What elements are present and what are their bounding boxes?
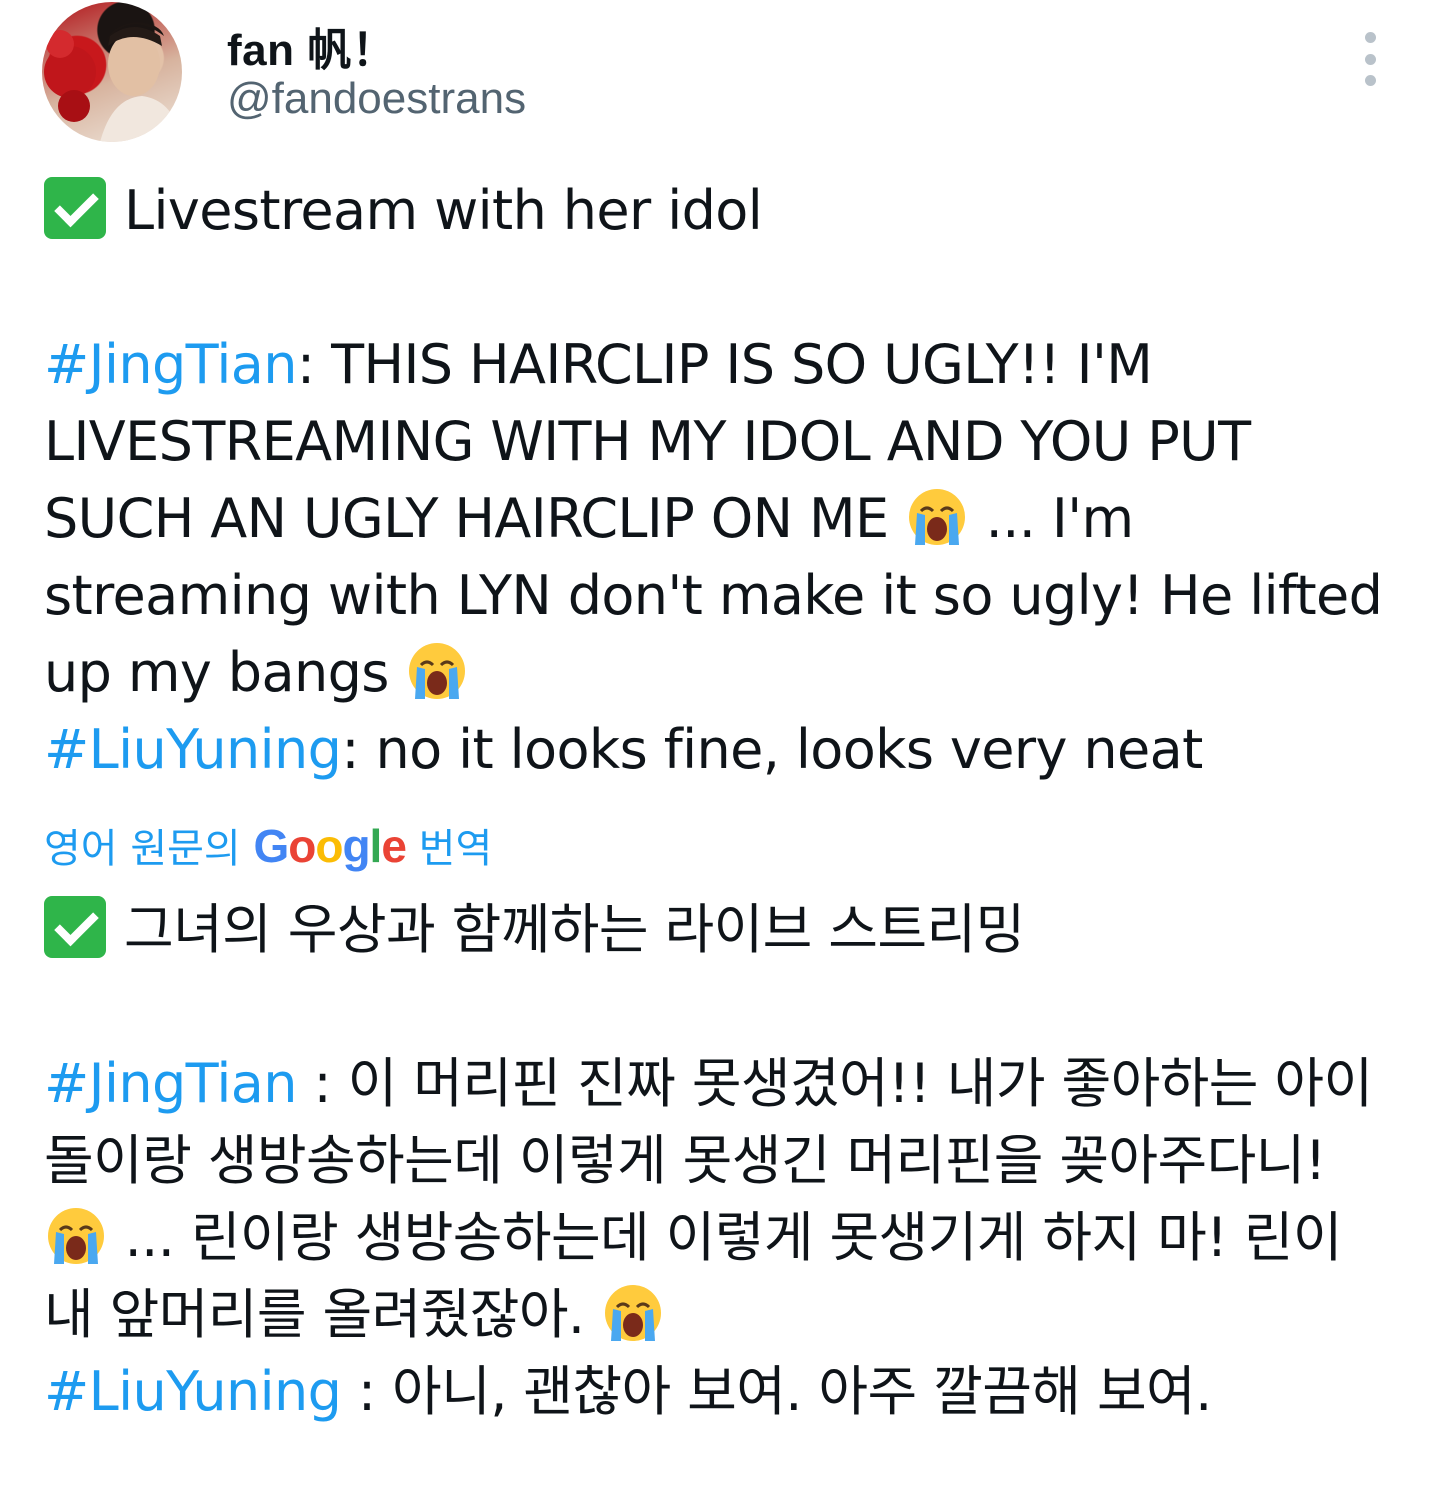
google-logo: Google [253, 820, 406, 872]
translation-notice[interactable]: 영어 원문의 Google 번역 [44, 816, 1404, 879]
crying-face-icon [601, 1281, 665, 1345]
original-liuyuning-quote: #LiuYuning: no it looks fine, looks very… [44, 718, 1203, 781]
avatar-image [44, 22, 182, 142]
tweet-header: fan 帆！ @fandoestrans [42, 2, 1402, 142]
original-line1: Livestream with her idol [44, 172, 1404, 249]
original-jingtian-quote: #JingTian: THIS HAIRCLIP IS SO UGLY!! I'… [44, 333, 1383, 704]
translated-jingtian-quote: #JingTian : 이 머리핀 진짜 못생겼어!! 내가 좋아하는 아이돌이… [44, 1052, 1373, 1346]
translated-liuyuning-quote: #LiuYuning : 아니, 괜찮아 보여. 아주 깔끔해 보여. [44, 1360, 1212, 1423]
tweet-body: Livestream with her idol #JingTian: THIS… [44, 172, 1404, 1430]
author-name[interactable]: fan 帆！ [227, 14, 396, 78]
more-options-icon[interactable] [1358, 32, 1382, 86]
crying-face-icon [405, 639, 469, 703]
translated-line1: 그녀의 우상과 함께하는 라이브 스트리밍 [44, 891, 1404, 968]
hashtag-jingtian[interactable]: #JingTian [44, 1052, 298, 1115]
hashtag-liuyuning[interactable]: #LiuYuning [44, 1360, 342, 1423]
tweet: fan 帆！ @fandoestrans Livestream with her… [0, 0, 1440, 1488]
crying-face-icon [44, 1204, 108, 1268]
avatar[interactable] [42, 2, 182, 142]
crying-face-icon [905, 485, 969, 549]
check-mark-icon [44, 896, 106, 958]
hashtag-jingtian[interactable]: #JingTian [44, 333, 298, 396]
check-mark-icon [44, 177, 106, 239]
hashtag-liuyuning[interactable]: #LiuYuning [44, 718, 342, 781]
author-handle[interactable]: @fandoestrans [227, 74, 526, 124]
